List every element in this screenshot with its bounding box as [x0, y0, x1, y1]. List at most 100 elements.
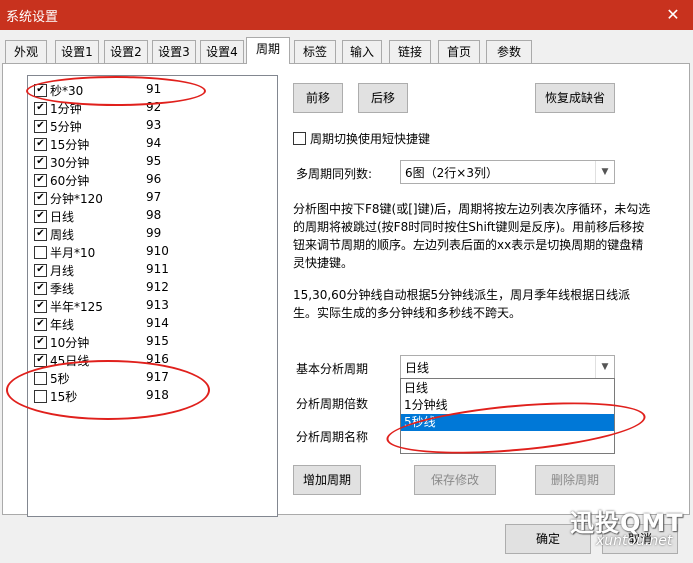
period-key: 916 [146, 352, 169, 366]
period-row[interactable]: ✔ 月线 911 [33, 261, 273, 279]
period-key: 911 [146, 262, 169, 276]
dropdown-option[interactable]: 1分钟线 [401, 397, 614, 414]
tab-settings2[interactable]: 设置2 [104, 40, 148, 63]
tab-settings3[interactable]: 设置3 [152, 40, 196, 63]
period-name: 分钟*120 [50, 192, 103, 206]
base-period-dropdown[interactable]: 日线 1分钟线 5秒线 [400, 378, 615, 454]
period-checkbox[interactable]: ✔ [34, 318, 47, 331]
period-row[interactable]: ✔ 60分钟 96 [33, 171, 273, 189]
period-row[interactable]: ✔ 15分钟 94 [33, 135, 273, 153]
tab-params[interactable]: 参数 [486, 40, 532, 63]
period-checkbox[interactable]: ✔ [34, 264, 47, 277]
period-key: 96 [146, 172, 162, 186]
tab-links[interactable]: 链接 [389, 40, 431, 63]
period-checkbox[interactable]: ✔ [34, 138, 47, 151]
period-key: 92 [146, 100, 162, 114]
delete-period-button[interactable]: 删除周期 [535, 465, 615, 495]
period-row[interactable]: ✔ 5分钟 93 [33, 117, 273, 135]
title-bar: 系统设置 ✕ [0, 0, 693, 30]
period-checkbox[interactable]: ✔ [34, 102, 47, 115]
period-key: 910 [146, 244, 169, 258]
period-checkbox[interactable]: ✔ [34, 210, 47, 223]
period-checkbox[interactable] [34, 372, 47, 385]
period-name: 周线 [50, 228, 75, 242]
period-name: 日线 [50, 210, 75, 224]
description-text: 分析图中按下F8键(或[]键)后，周期将按左边列表次序循环，未勾选的周期将被跳过… [293, 202, 651, 270]
period-row[interactable]: ✔ 45日线 916 [33, 351, 273, 369]
period-key: 912 [146, 280, 169, 294]
period-name: 15分钟 [50, 138, 90, 152]
period-key: 914 [146, 316, 169, 330]
period-key: 915 [146, 334, 169, 348]
period-checkbox[interactable]: ✔ [34, 192, 47, 205]
period-checkbox[interactable]: ✔ [34, 84, 47, 97]
period-row[interactable]: ✔ 半年*125 913 [33, 297, 273, 315]
chevron-down-icon[interactable]: ▼ [595, 356, 614, 378]
period-checkbox[interactable] [34, 390, 47, 403]
period-row[interactable]: ✔ 10分钟 915 [33, 333, 273, 351]
period-row[interactable]: ✔ 年线 914 [33, 315, 273, 333]
period-row[interactable]: ✔ 分钟*120 97 [33, 189, 273, 207]
period-key: 918 [146, 388, 169, 402]
period-checkbox[interactable] [34, 246, 47, 259]
period-name: 60分钟 [50, 174, 90, 188]
period-name: 季线 [50, 282, 75, 296]
period-name: 半月*10 [50, 246, 96, 260]
window-title: 系统设置 [6, 10, 59, 25]
period-row[interactable]: 15秒 918 [33, 387, 273, 405]
tab-labels[interactable]: 标签 [294, 40, 336, 63]
period-checkbox[interactable]: ✔ [34, 336, 47, 349]
period-checkbox[interactable]: ✔ [34, 174, 47, 187]
multiplier-label: 分析周期倍数 [296, 397, 369, 411]
chevron-down-icon[interactable]: ▼ [595, 161, 614, 183]
period-checkbox[interactable]: ✔ [34, 282, 47, 295]
period-checkbox[interactable]: ✔ [34, 120, 47, 133]
multi-period-select[interactable]: 6图（2行×3列） ▼ [400, 160, 615, 184]
period-name: 10分钟 [50, 336, 90, 350]
watermark-url: xuntou.net [596, 533, 673, 549]
period-key: 98 [146, 208, 162, 222]
period-checkbox[interactable]: ✔ [34, 156, 47, 169]
restore-default-button[interactable]: 恢复成缺省 [535, 83, 615, 113]
period-checkbox[interactable]: ✔ [34, 354, 47, 367]
dropdown-option-selected[interactable]: 5秒线 [401, 414, 614, 431]
period-row[interactable]: ✔ 周线 99 [33, 225, 273, 243]
period-checkbox[interactable]: ✔ [34, 228, 47, 241]
period-checkbox[interactable]: ✔ [34, 300, 47, 313]
tab-appearance[interactable]: 外观 [5, 40, 47, 63]
tab-home[interactable]: 首页 [438, 40, 480, 63]
tab-period[interactable]: 周期 [246, 37, 290, 64]
period-key: 99 [146, 226, 162, 240]
period-row[interactable]: 5秒 917 [33, 369, 273, 387]
period-row[interactable]: ✔ 季线 912 [33, 279, 273, 297]
period-name-label: 分析周期名称 [296, 430, 369, 444]
move-down-button[interactable]: 后移 [358, 83, 408, 113]
multi-period-label: 多周期同列数: [296, 167, 373, 181]
period-row[interactable]: ✔ 秒*30 91 [33, 81, 273, 99]
base-period-select[interactable]: 日线 ▼ [400, 355, 615, 379]
period-name: 1分钟 [50, 102, 82, 116]
period-name: 5秒 [50, 372, 70, 386]
period-key: 913 [146, 298, 169, 312]
period-row[interactable]: 半月*10 910 [33, 243, 273, 261]
add-period-button[interactable]: 增加周期 [293, 465, 361, 495]
base-period-value: 日线 [405, 361, 430, 375]
shortcut-checkbox-label: 周期切换使用短快捷键 [310, 132, 431, 146]
shortcut-checkbox[interactable] [293, 132, 306, 145]
period-row[interactable]: ✔ 日线 98 [33, 207, 273, 225]
dropdown-option[interactable]: 日线 [401, 380, 614, 397]
tab-input[interactable]: 输入 [342, 40, 382, 63]
close-icon[interactable]: ✕ [653, 0, 693, 30]
period-name: 半年*125 [50, 300, 103, 314]
period-name: 5分钟 [50, 120, 82, 134]
tab-settings1[interactable]: 设置1 [55, 40, 99, 63]
move-up-button[interactable]: 前移 [293, 83, 343, 113]
period-list[interactable]: ✔ 秒*30 91 ✔ 1分钟 92 ✔ 5分钟 93 ✔ 15分钟 94 ✔ 30分钟 95 ✔ 6… [27, 75, 278, 517]
period-row[interactable]: ✔ 1分钟 92 [33, 99, 273, 117]
save-changes-button[interactable]: 保存修改 [414, 465, 496, 495]
period-row[interactable]: ✔ 30分钟 95 [33, 153, 273, 171]
period-name: 30分钟 [50, 156, 90, 170]
period-name: 45日线 [50, 354, 90, 368]
tab-settings4[interactable]: 设置4 [200, 40, 244, 63]
period-name: 年线 [50, 318, 75, 332]
